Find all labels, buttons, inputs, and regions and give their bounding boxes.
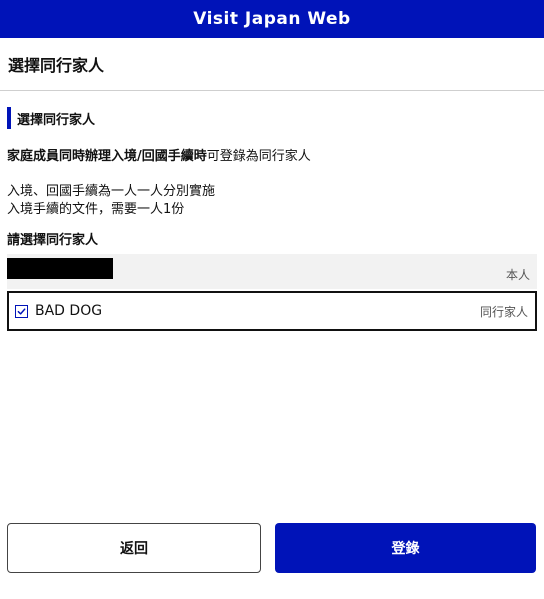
app-title: Visit Japan Web bbox=[193, 9, 351, 29]
companion-name: BAD DOG bbox=[35, 303, 103, 319]
select-companion-label: 請選擇同行家人 bbox=[7, 233, 99, 248]
check-icon bbox=[17, 307, 26, 315]
info-line-1: 入境、回國手續為一人一人分別實施 bbox=[7, 184, 216, 199]
app-bar: Visit Japan Web bbox=[0, 0, 544, 38]
self-tag: 本人 bbox=[505, 268, 530, 282]
back-button[interactable]: 返回 bbox=[7, 523, 261, 573]
procedure-info: 入境、回國手續為一人一人分別實施 入境手續的文件，需要一人1份 bbox=[7, 183, 537, 219]
notice-rest-text: 可登錄為同行家人 bbox=[206, 149, 311, 164]
family-notice: 家庭成員同時辦理入境/回國手續時可登錄為同行家人 bbox=[7, 148, 537, 166]
companion-checkbox[interactable] bbox=[15, 304, 28, 318]
page-header: 選擇同行家人 bbox=[0, 38, 544, 91]
notice-strong-text: 家庭成員同時辦理入境/回國手續時 bbox=[7, 149, 207, 164]
info-line-2: 入境手續的文件，需要一人1份 bbox=[7, 202, 185, 217]
page: Visit Japan Web 選擇同行家人 選擇同行家人 家庭成員同時辦理入境… bbox=[0, 0, 544, 599]
companion-row[interactable]: BAD DOG 同行家人 bbox=[7, 291, 537, 331]
self-row: 本人 bbox=[7, 254, 537, 289]
page-title: 選擇同行家人 bbox=[8, 56, 105, 75]
register-button[interactable]: 登錄 bbox=[275, 523, 536, 573]
companion-tag: 同行家人 bbox=[479, 304, 528, 319]
footer-actions: 返回 登錄 bbox=[7, 523, 536, 573]
section-heading: 選擇同行家人 bbox=[7, 107, 537, 129]
redacted-self-name bbox=[7, 258, 113, 279]
main-content: 選擇同行家人 家庭成員同時辦理入境/回國手續時可登錄為同行家人 入境、回國手續為… bbox=[0, 107, 544, 331]
